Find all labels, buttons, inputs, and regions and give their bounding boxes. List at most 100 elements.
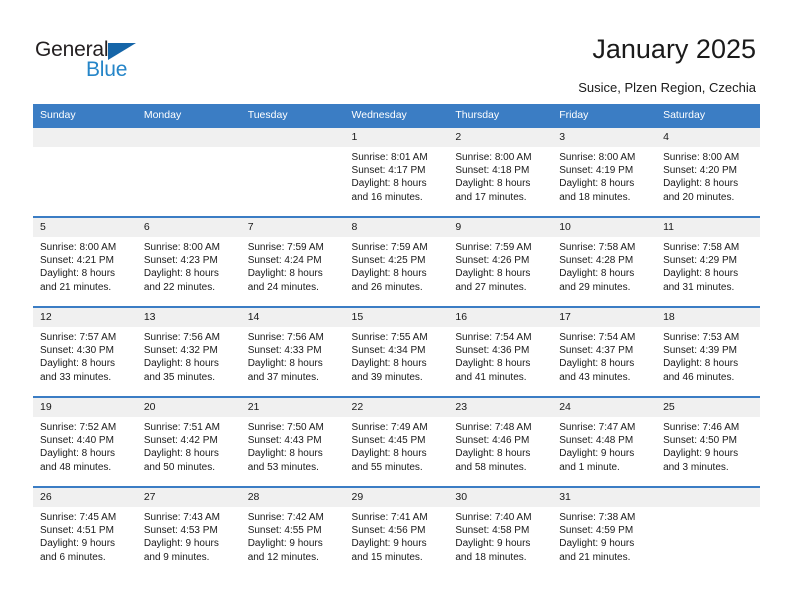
calendar-day-cell[interactable]: 26 Sunrise: 7:45 AM Sunset: 4:51 PM Dayligh…: [33, 486, 137, 576]
day-sun-info: Sunrise: 7:55 AM Sunset: 4:34 PM Daylight:…: [345, 327, 449, 384]
sunset-time: Sunset: 4:25 PM: [351, 255, 426, 267]
day-sun-info: Sunrise: 7:43 AM Sunset: 4:53 PM Daylight:…: [137, 507, 241, 564]
daylight-duration-line1: Daylight: 9 hours: [143, 538, 219, 550]
calendar-day-cell[interactable]: 11 Sunrise: 7:58 AM Sunset: 4:29 PM Dayligh…: [656, 216, 760, 307]
day-sun-info: Sunrise: 7:57 AM Sunset: 4:30 PM Daylight:…: [33, 327, 137, 384]
calendar-day-cell[interactable]: 9 Sunrise: 7:59 AM Sunset: 4:26 PM Daylight…: [448, 216, 553, 307]
day-number: 12: [33, 308, 137, 327]
day-number: 5: [33, 218, 137, 237]
calendar-day-cell[interactable]: 7 Sunrise: 7:59 AM Sunset: 4:24 PM Daylight…: [240, 216, 345, 307]
calendar-day-cell[interactable]: 6 Sunrise: 8:00 AM Sunset: 4:23 PM Daylight…: [136, 216, 241, 307]
daylight-duration-line2: and 20 minutes.: [663, 191, 735, 203]
calendar-day-cell[interactable]: 20 Sunrise: 7:51 AM Sunset: 4:42 PM Dayligh…: [136, 396, 241, 487]
calendar-day-cell[interactable]: 18 Sunrise: 7:53 AM Sunset: 4:39 PM Dayligh…: [656, 306, 760, 397]
day-sun-info: Sunrise: 7:38 AM Sunset: 4:59 PM Daylight:…: [552, 507, 656, 564]
daylight-duration-line2: and 31 minutes.: [663, 281, 735, 293]
calendar-week-row: 12 Sunrise: 7:57 AM Sunset: 4:30 PM Dayligh…: [33, 306, 760, 397]
day-sun-info: Sunrise: 7:58 AM Sunset: 4:28 PM Daylight:…: [552, 237, 656, 294]
daylight-duration-line2: and 1 minute.: [559, 461, 620, 473]
calendar-day-cell[interactable]: 10 Sunrise: 7:58 AM Sunset: 4:28 PM Dayligh…: [552, 216, 657, 307]
calendar-day-cell[interactable]: 31 Sunrise: 7:38 AM Sunset: 4:59 PM Dayligh…: [552, 486, 657, 576]
day-sun-info: Sunrise: 7:50 AM Sunset: 4:43 PM Daylight:…: [241, 417, 345, 474]
day-number: 8: [344, 218, 449, 237]
day-sun-info: Sunrise: 7:41 AM Sunset: 4:56 PM Daylight:…: [345, 507, 449, 564]
calendar-day-cell-empty: [33, 126, 137, 217]
day-number: 14: [240, 308, 345, 327]
calendar-day-cell[interactable]: 28 Sunrise: 7:42 AM Sunset: 4:55 PM Dayligh…: [240, 486, 345, 576]
calendar-day-cell[interactable]: 21 Sunrise: 7:50 AM Sunset: 4:43 PM Dayligh…: [240, 396, 345, 487]
day-sun-info: Sunrise: 7:59 AM Sunset: 4:26 PM Daylight:…: [448, 237, 552, 294]
calendar-day-cell[interactable]: 5 Sunrise: 8:00 AM Sunset: 4:21 PM Daylight…: [33, 216, 137, 307]
general-blue-logo[interactable]: General Blue: [35, 38, 215, 84]
day-number: 1: [344, 128, 449, 147]
day-number: 17: [552, 308, 657, 327]
daylight-duration-line1: Daylight: 9 hours: [247, 538, 323, 550]
calendar-day-cell[interactable]: 1 Sunrise: 8:01 AM Sunset: 4:17 PM Daylight…: [344, 126, 449, 217]
calendar-day-cell[interactable]: 30 Sunrise: 7:40 AM Sunset: 4:58 PM Dayligh…: [448, 486, 553, 576]
sunrise-time: Sunrise: 7:57 AM: [40, 332, 117, 343]
daylight-duration-line2: and 53 minutes.: [247, 461, 319, 473]
day-sun-info: Sunrise: 7:42 AM Sunset: 4:55 PM Daylight:…: [241, 507, 345, 564]
daylight-duration-line2: and 39 minutes.: [351, 371, 423, 383]
daylight-duration-line2: and 21 minutes.: [40, 281, 112, 293]
weekday-header-tuesday: Tuesday: [240, 104, 345, 127]
daylight-duration-line2: and 43 minutes.: [559, 371, 631, 383]
daylight-duration-line1: Daylight: 8 hours: [247, 358, 323, 370]
calendar-day-cell[interactable]: 12 Sunrise: 7:57 AM Sunset: 4:30 PM Dayligh…: [33, 306, 137, 397]
day-number: [33, 128, 137, 147]
daylight-duration-line1: Daylight: 8 hours: [455, 268, 531, 280]
sunrise-time: Sunrise: 7:58 AM: [663, 242, 740, 253]
day-sun-info: Sunrise: 7:59 AM Sunset: 4:24 PM Daylight:…: [241, 237, 345, 294]
day-sun-info: Sunrise: 7:47 AM Sunset: 4:48 PM Daylight:…: [552, 417, 656, 474]
sunrise-time: Sunrise: 7:42 AM: [247, 512, 324, 523]
calendar-day-cell[interactable]: 3 Sunrise: 8:00 AM Sunset: 4:19 PM Daylight…: [552, 126, 657, 217]
day-number: 2: [448, 128, 553, 147]
calendar-day-cell[interactable]: 19 Sunrise: 7:52 AM Sunset: 4:40 PM Dayligh…: [33, 396, 137, 487]
daylight-duration-line1: Daylight: 8 hours: [247, 448, 323, 460]
day-number: 24: [552, 398, 657, 417]
daylight-duration-line1: Daylight: 8 hours: [143, 448, 219, 460]
calendar-day-cell[interactable]: 29 Sunrise: 7:41 AM Sunset: 4:56 PM Dayligh…: [344, 486, 449, 576]
calendar-day-cell[interactable]: 4 Sunrise: 8:00 AM Sunset: 4:20 PM Daylight…: [656, 126, 760, 217]
day-sun-info: Sunrise: 7:56 AM Sunset: 4:33 PM Daylight:…: [241, 327, 345, 384]
day-sun-info: Sunrise: 7:51 AM Sunset: 4:42 PM Daylight:…: [137, 417, 241, 474]
sunset-time: Sunset: 4:24 PM: [247, 255, 322, 267]
calendar-day-cell[interactable]: 2 Sunrise: 8:00 AM Sunset: 4:18 PM Daylight…: [448, 126, 553, 217]
sunset-time: Sunset: 4:42 PM: [143, 435, 218, 447]
calendar-day-cell[interactable]: 22 Sunrise: 7:49 AM Sunset: 4:45 PM Dayligh…: [344, 396, 449, 487]
calendar-day-cell[interactable]: 8 Sunrise: 7:59 AM Sunset: 4:25 PM Daylight…: [344, 216, 449, 307]
daylight-duration-line1: Daylight: 8 hours: [663, 268, 739, 280]
day-number: 26: [33, 488, 137, 507]
daylight-duration-line1: Daylight: 8 hours: [663, 358, 739, 370]
daylight-duration-line1: Daylight: 8 hours: [351, 268, 427, 280]
daylight-duration-line1: Daylight: 9 hours: [559, 538, 635, 550]
sunrise-time: Sunrise: 8:00 AM: [455, 152, 532, 163]
daylight-duration-line2: and 6 minutes.: [40, 551, 106, 563]
calendar-day-cell[interactable]: 13 Sunrise: 7:56 AM Sunset: 4:32 PM Dayligh…: [136, 306, 241, 397]
calendar-page: General Blue January 2025 Susice, Plzen …: [0, 0, 792, 612]
day-number: [240, 128, 345, 147]
daylight-duration-line1: Daylight: 9 hours: [455, 538, 531, 550]
sunset-time: Sunset: 4:21 PM: [40, 255, 114, 267]
calendar-day-cell-empty: [136, 126, 241, 217]
calendar-day-cell[interactable]: 14 Sunrise: 7:56 AM Sunset: 4:33 PM Dayligh…: [240, 306, 345, 397]
sunset-time: Sunset: 4:56 PM: [351, 525, 426, 537]
calendar-day-cell[interactable]: 16 Sunrise: 7:54 AM Sunset: 4:36 PM Dayligh…: [448, 306, 553, 397]
day-sun-info: Sunrise: 7:52 AM Sunset: 4:40 PM Daylight:…: [33, 417, 137, 474]
calendar-day-cell[interactable]: 24 Sunrise: 7:47 AM Sunset: 4:48 PM Dayligh…: [552, 396, 657, 487]
logo-text-blue: Blue: [86, 58, 128, 81]
page-subtitle-location: Susice, Plzen Region, Czechia: [578, 80, 756, 95]
calendar-day-cell[interactable]: 25 Sunrise: 7:46 AM Sunset: 4:50 PM Dayligh…: [656, 396, 760, 487]
calendar-day-cell[interactable]: 17 Sunrise: 7:54 AM Sunset: 4:37 PM Dayligh…: [552, 306, 657, 397]
calendar-day-cell[interactable]: 27 Sunrise: 7:43 AM Sunset: 4:53 PM Dayligh…: [136, 486, 241, 576]
sunrise-time: Sunrise: 7:43 AM: [143, 512, 220, 523]
day-number: 9: [448, 218, 553, 237]
daylight-duration-line1: Daylight: 8 hours: [559, 358, 635, 370]
daylight-duration-line2: and 22 minutes.: [143, 281, 216, 293]
calendar-day-cell[interactable]: 23 Sunrise: 7:48 AM Sunset: 4:46 PM Dayligh…: [448, 396, 553, 487]
sunset-time: Sunset: 4:37 PM: [559, 345, 634, 357]
calendar-day-cell[interactable]: 15 Sunrise: 7:55 AM Sunset: 4:34 PM Dayligh…: [344, 306, 449, 397]
sunrise-time: Sunrise: 7:46 AM: [663, 422, 740, 433]
daylight-duration-line2: and 37 minutes.: [247, 371, 319, 383]
weekday-header-wednesday: Wednesday: [344, 104, 449, 127]
